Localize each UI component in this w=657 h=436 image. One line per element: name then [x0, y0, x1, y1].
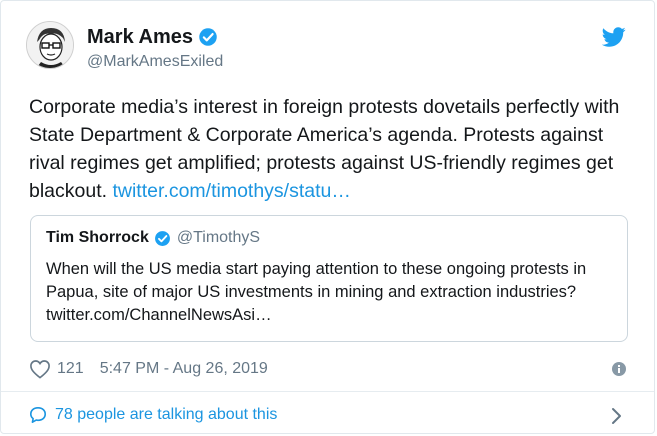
quoted-author-name: Tim Shorrock: [46, 229, 149, 246]
like-count[interactable]: 121: [57, 360, 84, 378]
tweet-meta: 121 5:47 PM - Aug 26, 2019: [29, 357, 629, 381]
quoted-author-handle: @TimothyS: [176, 229, 261, 246]
verified-badge-icon: [154, 230, 170, 246]
author-block: Mark Ames @MarkAmesExiled: [87, 25, 223, 72]
tweet-text: Corporate media’s interest in foreign pr…: [29, 93, 629, 205]
twitter-bird-icon[interactable]: [602, 25, 626, 49]
tweet-link[interactable]: twitter.com/timothys/statu…: [112, 180, 350, 202]
divider: [1, 391, 654, 392]
speech-bubble-icon: [29, 406, 47, 424]
tweet-timestamp[interactable]: 5:47 PM - Aug 26, 2019: [100, 360, 268, 378]
author-handle[interactable]: @MarkAmesExiled: [87, 52, 223, 72]
quoted-tweet-header: Tim Shorrock @TimothyS: [46, 229, 260, 247]
avatar[interactable]: [26, 21, 74, 69]
quoted-tweet[interactable]: Tim Shorrock @TimothyS When will the US …: [30, 215, 628, 342]
heart-icon[interactable]: [29, 359, 51, 379]
verified-badge-icon: [199, 28, 217, 46]
talking-link[interactable]: 78 people are talking about this: [29, 406, 277, 424]
talking-label[interactable]: 78 people are talking about this: [55, 406, 277, 424]
info-icon[interactable]: [611, 361, 627, 377]
author-name[interactable]: Mark Ames: [87, 25, 193, 49]
quoted-tweet-text: When will the US media start paying atte…: [46, 260, 587, 324]
tweet-card: Mark Ames @MarkAmesExiled Corporate medi…: [0, 0, 655, 434]
chevron-right-icon[interactable]: [608, 407, 624, 425]
